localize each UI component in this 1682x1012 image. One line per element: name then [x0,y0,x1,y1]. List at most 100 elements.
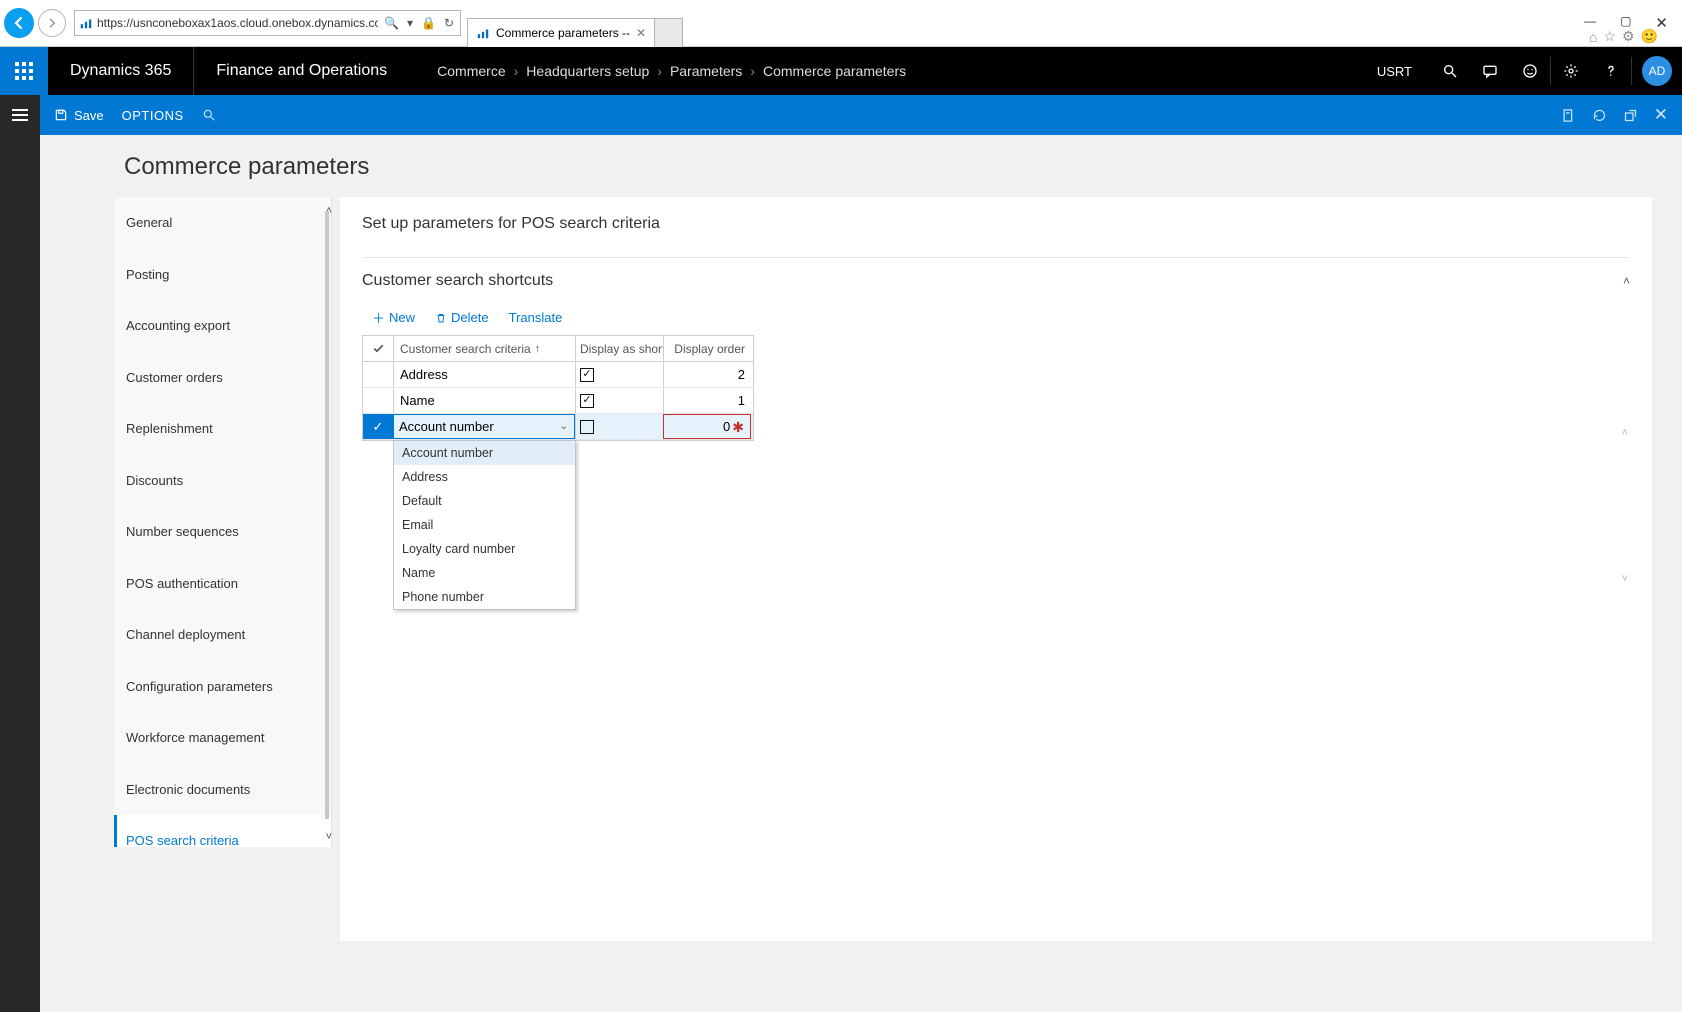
criteria-cell[interactable]: Address [393,362,575,387]
dropdown-option[interactable]: Email [394,513,575,537]
dropdown-option[interactable]: Phone number [394,585,575,609]
translate-button[interactable]: Translate [509,310,563,325]
popout-icon[interactable] [1623,108,1638,123]
new-tab-button[interactable] [655,18,683,47]
row-select-checkbox[interactable] [363,362,393,387]
column-header-display-short[interactable]: Display as short... [575,336,663,361]
favorite-icon[interactable]: ☆ [1603,28,1616,45]
dropdown-option[interactable]: Name [394,561,575,585]
sidebar-item[interactable]: Posting [114,249,331,301]
dropdown-option[interactable]: Loyalty card number [394,537,575,561]
content-row: GeneralPostingAccounting exportCustomer … [40,197,1682,941]
sidebar-item[interactable]: POS authentication [114,558,331,610]
select-all-checkbox[interactable] [363,342,393,355]
section-header[interactable]: Customer search shortcuts ˄ [362,272,1630,290]
table-row[interactable]: ✓Account number⌄ 0✱ [363,414,753,440]
product-name[interactable]: Dynamics 365 [48,62,193,80]
sidebar-item[interactable]: Electronic documents [114,764,331,816]
sidebar-item[interactable]: General [114,197,331,249]
breadcrumb-item[interactable]: Parameters [670,63,742,79]
tab-close-icon[interactable]: ✕ [636,26,646,40]
refresh-icon[interactable] [1592,108,1607,123]
side-scrollbar[interactable] [322,197,332,847]
nav-hamburger-button[interactable] [0,95,40,135]
sidebar-item[interactable]: Discounts [114,455,331,507]
browser-tab[interactable]: Commerce parameters -- ✕ [467,18,655,47]
waffle-icon [15,62,33,80]
dropdown-option[interactable]: Account number [394,441,575,465]
criteria-cell[interactable]: Name [393,388,575,413]
company-picker[interactable]: USRT [1359,64,1430,79]
grid-scroll-up-icon[interactable]: ˄ [1622,427,1628,439]
save-icon [54,108,68,122]
new-button[interactable]: ＋ New [372,308,415,327]
scroll-thumb[interactable] [325,211,329,819]
help-icon[interactable] [1591,47,1631,95]
row-select-checkbox[interactable] [363,388,393,413]
module-name[interactable]: Finance and Operations [194,62,409,80]
display-short-cell[interactable] [575,414,663,439]
avatar[interactable]: AD [1642,56,1672,86]
messages-icon[interactable] [1470,47,1510,95]
home-icon[interactable]: ⌂ [1589,29,1597,45]
chevron-right-icon: › [657,63,662,79]
breadcrumb-item[interactable]: Commerce [437,63,505,79]
sidebar-item[interactable]: Workforce management [114,712,331,764]
scroll-region: Commerce parameters GeneralPostingAccoun… [40,135,1682,1012]
attach-icon[interactable] [1561,108,1576,123]
display-short-cell[interactable]: ✓ [575,388,663,413]
display-order-cell[interactable]: 1 [663,388,751,413]
checkbox[interactable] [580,420,594,434]
required-indicator-icon: ✱ [732,419,744,436]
display-order-cell[interactable]: 0✱ [663,414,751,439]
table-row[interactable]: Address ✓ 2 [363,362,753,388]
column-header-display-order[interactable]: Display order [663,336,751,361]
sidebar-item[interactable]: Accounting export [114,300,331,352]
smile-feedback-icon[interactable] [1510,47,1550,95]
column-header-criteria[interactable]: Customer search criteria ↑ [393,336,575,361]
sidebar-item[interactable]: Customer orders [114,352,331,404]
display-short-cell[interactable]: ✓ [575,362,663,387]
app-body: Save OPTIONS ✕ Commerce parameters [0,95,1682,1012]
app-launcher-button[interactable] [0,47,48,95]
dropdown-option[interactable]: Default [394,489,575,513]
grid-scroll-down-icon[interactable]: ˅ [1622,573,1628,585]
sidebar-item[interactable]: Replenishment [114,403,331,455]
sidebar-item[interactable]: POS search criteria [114,815,331,847]
feedback-smile-icon[interactable]: 🙂 [1641,28,1658,45]
url-bar[interactable]: https://usnconeboxax1aos.cloud.onebox.dy… [74,10,461,36]
url-dropdown-icon[interactable]: ▾ [407,16,413,30]
url-search-icon[interactable]: 🔍 [384,16,399,30]
criteria-cell[interactable]: Account number⌄ [393,414,575,439]
sidebar-item[interactable]: Configuration parameters [114,661,331,713]
actionbar-search-icon[interactable] [202,108,216,122]
save-button[interactable]: Save [54,108,104,123]
row-select-checkbox[interactable]: ✓ [363,414,393,439]
search-icon[interactable] [1430,47,1470,95]
side-tabs-wrap: GeneralPostingAccounting exportCustomer … [114,197,332,847]
breadcrumb-item[interactable]: Headquarters setup [526,63,649,79]
chevron-down-icon[interactable]: ⌄ [560,421,574,432]
chevron-right-icon: › [514,63,519,79]
sidebar-item[interactable]: Channel deployment [114,609,331,661]
browser-back-button[interactable] [4,8,34,38]
save-label: Save [74,108,104,123]
dropdown-option[interactable]: Address [394,465,575,489]
breadcrumb-item[interactable]: Commerce parameters [763,63,906,79]
browser-forward-button[interactable] [38,9,66,37]
sidebar-item[interactable]: Number sequences [114,506,331,558]
options-button[interactable]: OPTIONS [122,108,184,123]
delete-button[interactable]: Delete [435,310,489,325]
checkbox[interactable]: ✓ [580,394,594,408]
url-refresh-icon[interactable]: ↻ [444,16,454,30]
gear-icon[interactable] [1551,47,1591,95]
display-order-cell[interactable]: 2 [663,362,751,387]
checkbox[interactable]: ✓ [580,368,594,382]
criteria-dropdown[interactable]: Account numberAddressDefaultEmailLoyalty… [393,440,576,610]
grid-header: Customer search criteria ↑ Display as sh… [363,336,753,362]
close-icon[interactable]: ✕ [1654,105,1668,125]
grid-toolbar: ＋ New Delete Translate [362,308,1630,327]
table-row[interactable]: Name ✓ 1 [363,388,753,414]
new-label: New [389,310,415,325]
settings-gear-icon[interactable]: ⚙ [1622,28,1635,45]
